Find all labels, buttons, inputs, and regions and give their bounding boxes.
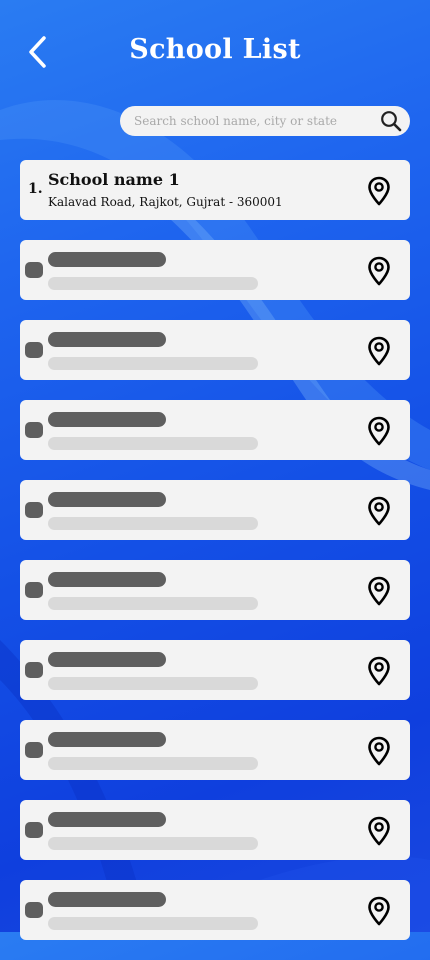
skeleton-title [48, 412, 166, 427]
search-bar [120, 106, 410, 136]
school-number: 1. [28, 181, 43, 197]
school-card-loading[interactable] [20, 720, 410, 780]
skeleton-subtitle [48, 517, 258, 530]
skeleton-subtitle [48, 837, 258, 850]
location-pin-icon[interactable] [366, 656, 392, 686]
skeleton-title [48, 732, 166, 747]
school-card-loading[interactable] [20, 880, 410, 940]
skeleton-subtitle [48, 437, 258, 450]
app-header: School List [0, 0, 430, 104]
location-pin-icon[interactable] [366, 816, 392, 846]
skeleton-subtitle [48, 917, 258, 930]
skeleton-title [48, 332, 166, 347]
school-list: 1. School name 1 Kalavad Road, Rajkot, G… [20, 160, 410, 960]
search-icon[interactable] [380, 110, 402, 132]
school-address: Kalavad Road, Rajkot, Gujrat - 360001 [48, 195, 283, 209]
school-card[interactable]: 1. School name 1 Kalavad Road, Rajkot, G… [20, 160, 410, 220]
skeleton-title [48, 572, 166, 587]
skeleton-number [25, 742, 43, 758]
skeleton-title [48, 892, 166, 907]
skeleton-number [25, 262, 43, 278]
school-card-loading[interactable] [20, 400, 410, 460]
location-pin-icon[interactable] [366, 176, 392, 206]
page-title: School List [129, 34, 301, 65]
school-card-loading[interactable] [20, 480, 410, 540]
skeleton-title [48, 252, 166, 267]
skeleton-title [48, 812, 166, 827]
skeleton-number [25, 422, 43, 438]
school-card-loading[interactable] [20, 240, 410, 300]
skeleton-number [25, 822, 43, 838]
location-pin-icon[interactable] [366, 896, 392, 926]
location-pin-icon[interactable] [366, 416, 392, 446]
location-pin-icon[interactable] [366, 256, 392, 286]
location-pin-icon[interactable] [366, 576, 392, 606]
skeleton-number [25, 342, 43, 358]
skeleton-subtitle [48, 277, 258, 290]
skeleton-subtitle [48, 677, 258, 690]
skeleton-subtitle [48, 757, 258, 770]
skeleton-number [25, 502, 43, 518]
skeleton-number [25, 662, 43, 678]
skeleton-title [48, 492, 166, 507]
skeleton-subtitle [48, 597, 258, 610]
school-card-loading[interactable] [20, 560, 410, 620]
skeleton-title [48, 652, 166, 667]
skeleton-number [25, 582, 43, 598]
school-card-loading[interactable] [20, 640, 410, 700]
school-card-loading[interactable] [20, 320, 410, 380]
location-pin-icon[interactable] [366, 736, 392, 766]
search-input[interactable] [134, 114, 364, 128]
school-name: School name 1 [48, 170, 180, 189]
school-card-loading[interactable] [20, 800, 410, 860]
location-pin-icon[interactable] [366, 496, 392, 526]
location-pin-icon[interactable] [366, 336, 392, 366]
skeleton-number [25, 902, 43, 918]
skeleton-subtitle [48, 357, 258, 370]
